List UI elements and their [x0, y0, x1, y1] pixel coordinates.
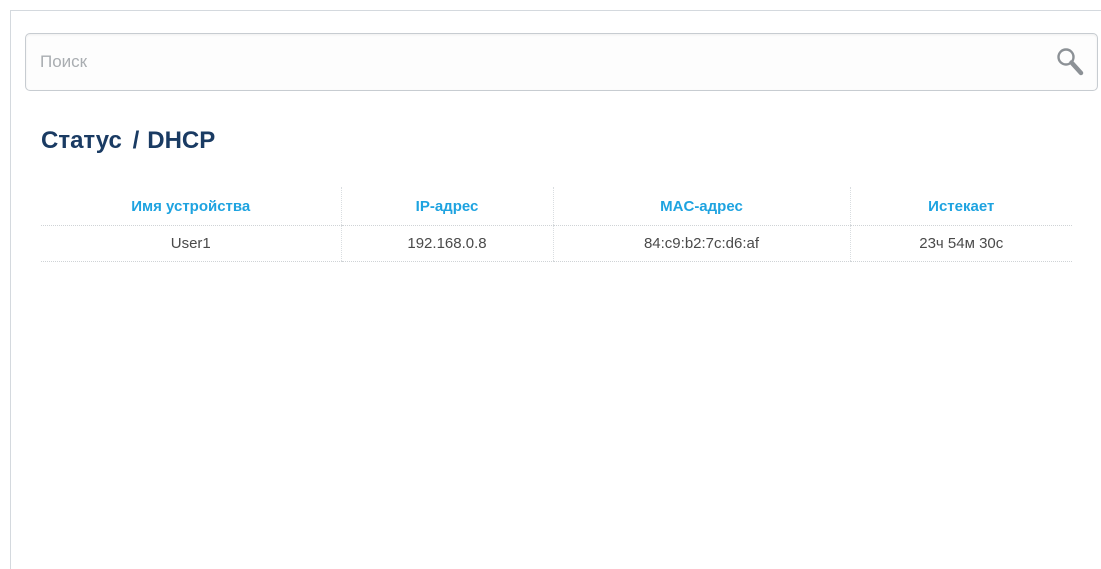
search-input[interactable]	[40, 34, 1030, 90]
search-icon[interactable]	[1055, 46, 1085, 78]
dhcp-leases-table: Имя устройства IP-адрес MAC-адрес Истека…	[41, 187, 1072, 262]
column-header-expires[interactable]: Истекает	[849, 187, 1072, 226]
table-row[interactable]: User1 192.168.0.8 84:c9:b2:7c:d6:af 23ч …	[41, 225, 1072, 262]
column-header-mac-address[interactable]: MAC-адрес	[552, 187, 850, 226]
breadcrumb-separator: /	[132, 127, 140, 154]
table-header-row: Имя устройства IP-адрес MAC-адрес Истека…	[41, 187, 1072, 226]
breadcrumb-page: DHCP	[147, 127, 216, 154]
content-panel: Статус / DHCP Имя устройства IP-адрес MAC…	[10, 10, 1101, 569]
search-box[interactable]	[25, 33, 1098, 91]
breadcrumb-section: Статус	[41, 127, 122, 154]
cell-ip-address: 192.168.0.8	[340, 225, 553, 262]
column-header-device-name[interactable]: Имя устройства	[41, 187, 341, 226]
cell-mac-address: 84:c9:b2:7c:d6:af	[552, 225, 850, 262]
cell-device-name: User1	[41, 225, 341, 262]
column-header-ip-address[interactable]: IP-адрес	[340, 187, 553, 226]
page-title: Статус / DHCP	[41, 127, 215, 155]
cell-expires: 23ч 54м 30с	[849, 225, 1072, 262]
